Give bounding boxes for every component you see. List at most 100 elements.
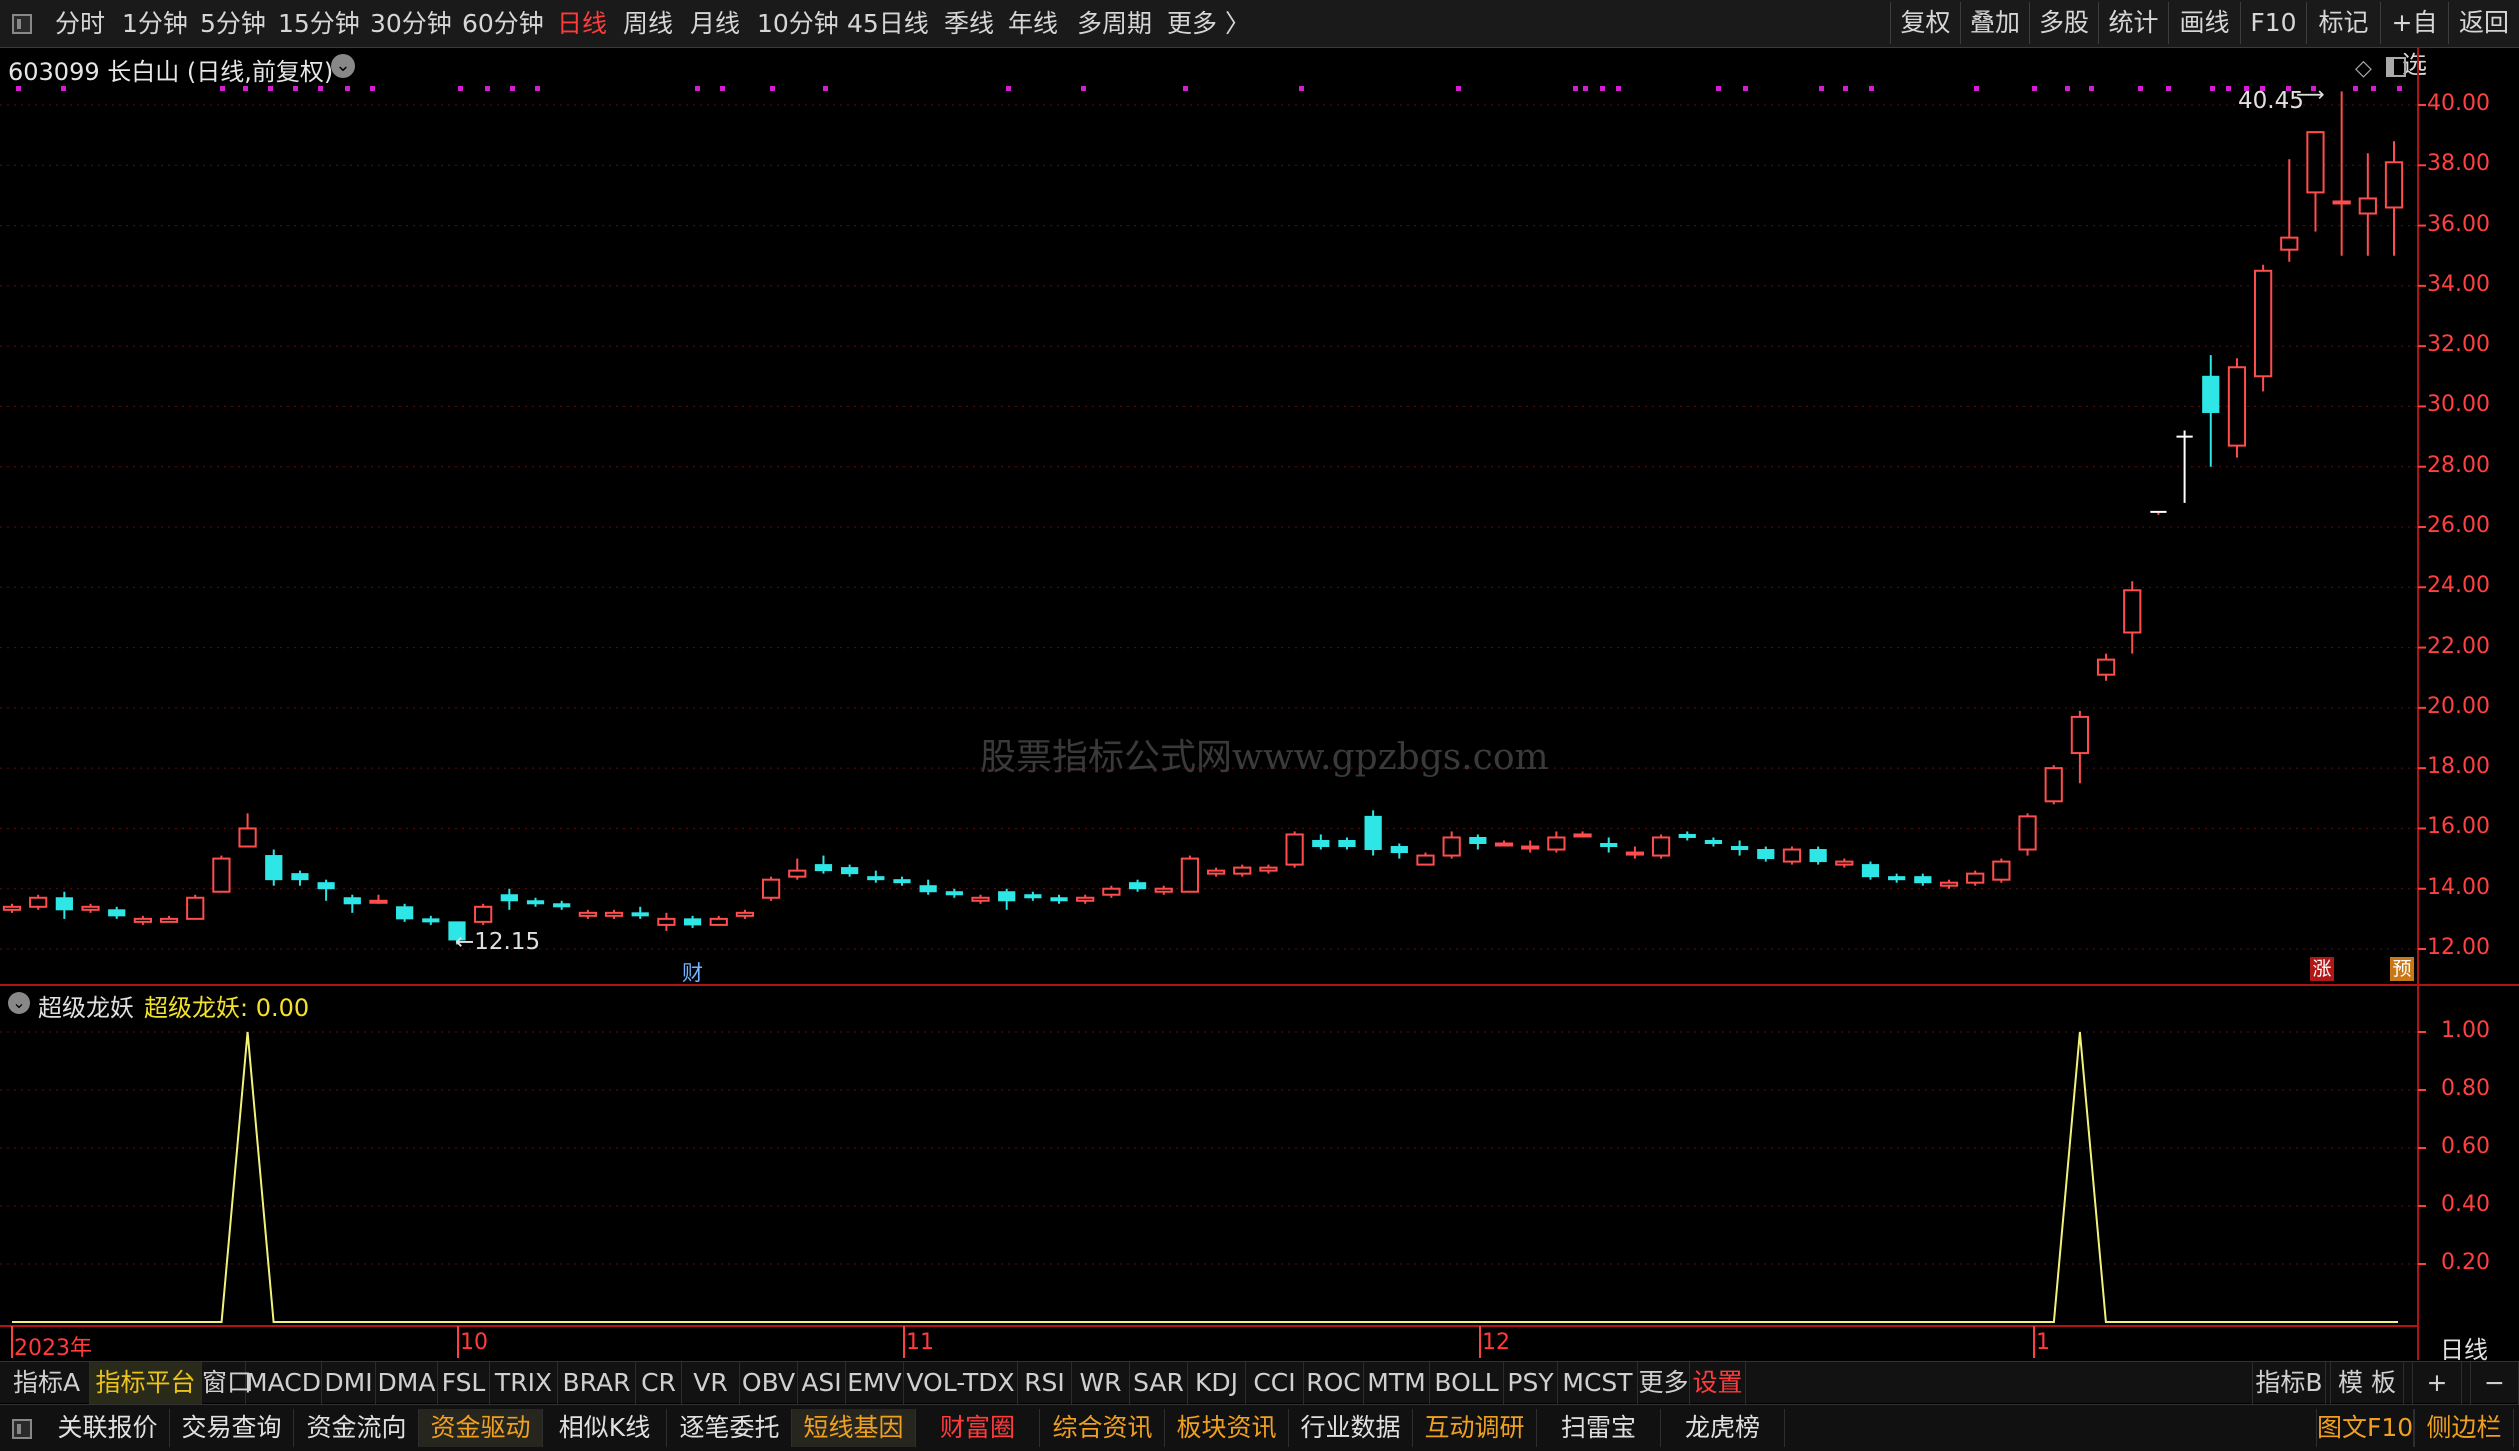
indicator-tab-13[interactable]: EMV: [846, 1362, 904, 1404]
toolbar-btn-5[interactable]: F10: [2240, 2, 2306, 44]
indicator-tab-right-0[interactable]: 指标B: [2252, 1362, 2326, 1404]
function-btn-0[interactable]: 关联报价: [46, 1409, 170, 1447]
candle: [998, 888, 1016, 910]
indicator-tab-7[interactable]: TRIX: [490, 1362, 558, 1404]
candle: [2384, 141, 2404, 256]
candle: [1678, 831, 1696, 841]
indicator-tab-5[interactable]: DMA: [376, 1362, 438, 1404]
indicator-tab-26[interactable]: 设置: [1690, 1362, 1746, 1404]
function-btn-8[interactable]: 综合资讯: [1041, 1409, 1165, 1447]
indicator-tab-6[interactable]: FSL: [438, 1362, 490, 1404]
candle: [1573, 831, 1592, 838]
candle: [735, 909, 755, 919]
function-menu-icon[interactable]: [12, 1419, 32, 1439]
indicator-tab-17[interactable]: SAR: [1130, 1362, 1188, 1404]
chevron-down-icon[interactable]: ⌄: [331, 54, 355, 78]
period-14[interactable]: 更多 〉: [1167, 6, 1250, 42]
indicator-tab-16[interactable]: WR: [1072, 1362, 1130, 1404]
indicator-tab-0[interactable]: 指标A: [4, 1362, 90, 1404]
finance-marker[interactable]: 财: [682, 957, 703, 987]
toolbar-btn-1[interactable]: 叠加: [1960, 2, 2029, 44]
function-btn-13[interactable]: 龙虎榜: [1661, 1409, 1785, 1447]
signal-dot: [1600, 86, 1605, 91]
limit-up-marker[interactable]: 涨: [2310, 957, 2334, 981]
indicator-tab-18[interactable]: KDJ: [1188, 1362, 1246, 1404]
period-0[interactable]: 分时: [55, 6, 105, 42]
candle: [265, 849, 283, 886]
forecast-marker[interactable]: 预: [2390, 957, 2414, 981]
kline-chart-area[interactable]: [0, 48, 2519, 1361]
function-btn-9[interactable]: 板块资讯: [1165, 1409, 1289, 1447]
indicator-tab-3[interactable]: MACD: [246, 1362, 322, 1404]
function-btn-3[interactable]: 资金驱动: [419, 1409, 543, 1447]
indicator-tab-19[interactable]: CCI: [1246, 1362, 1304, 1404]
function-btn-2[interactable]: 资金流向: [295, 1409, 419, 1447]
indicator-tab-right-3[interactable]: −: [2470, 1362, 2519, 1404]
indicator-tab-25[interactable]: 更多: [1638, 1362, 1690, 1404]
period-11[interactable]: 季线: [944, 6, 994, 42]
period-6[interactable]: 日线: [557, 6, 607, 42]
period-5[interactable]: 60分钟: [462, 6, 544, 42]
indicator-tab-24[interactable]: MCST: [1558, 1362, 1638, 1404]
function-btn-5[interactable]: 逐笔委托: [668, 1409, 792, 1447]
window-menu-icon[interactable]: [12, 14, 32, 34]
period-9[interactable]: 10分钟: [757, 6, 839, 42]
function-btn-12[interactable]: 扫雷宝: [1537, 1409, 1661, 1447]
period-8[interactable]: 月线: [690, 6, 740, 42]
period-12[interactable]: 年线: [1008, 6, 1058, 42]
max-arrow-icon: ⟶: [2296, 82, 2325, 106]
indicator-tab-right-2[interactable]: +: [2412, 1362, 2462, 1404]
candle: [1102, 885, 1121, 898]
indicator-tab-10[interactable]: VR: [682, 1362, 740, 1404]
indicator-tab-22[interactable]: BOLL: [1430, 1362, 1504, 1404]
function-btn-6[interactable]: 短线基因: [792, 1409, 916, 1447]
indicator-tab-8[interactable]: BRAR: [558, 1362, 636, 1404]
diamond-icon[interactable]: ◇: [2355, 56, 2372, 81]
function-btn-7[interactable]: 财富圈: [916, 1409, 1040, 1447]
indicator-tab-14[interactable]: VOL-TDX: [904, 1362, 1018, 1404]
function-right-btn-0[interactable]: 图文F10: [2316, 1409, 2414, 1447]
toolbar-btn-3[interactable]: 统计: [2098, 2, 2168, 44]
toolbar-btn-0[interactable]: 复权: [1890, 2, 1960, 44]
indicator-tab-9[interactable]: CR: [636, 1362, 682, 1404]
period-7[interactable]: 周线: [623, 6, 673, 42]
toolbar-btn-7[interactable]: +自选: [2380, 2, 2448, 79]
candle: [1285, 831, 1304, 868]
period-10[interactable]: 45日线: [847, 6, 929, 42]
price-axis-label: 22.00: [2427, 633, 2490, 659]
period-1[interactable]: 1分钟: [122, 6, 188, 42]
indicator-tab-23[interactable]: PSY: [1504, 1362, 1558, 1404]
indicator-tab-11[interactable]: OBV: [740, 1362, 798, 1404]
indicator-tab-right-1[interactable]: 模 板: [2330, 1362, 2404, 1404]
indicator-tab-4[interactable]: DMI: [322, 1362, 376, 1404]
toolbar-btn-2[interactable]: 多股: [2029, 2, 2098, 44]
function-btn-10[interactable]: 行业数据: [1289, 1409, 1413, 1447]
function-right-btn-1[interactable]: 侧边栏: [2414, 1409, 2514, 1447]
period-2[interactable]: 5分钟: [200, 6, 266, 42]
period-4[interactable]: 30分钟: [370, 6, 452, 42]
toolbar-btn-8[interactable]: 返回: [2448, 2, 2519, 44]
indicator-tab-2[interactable]: 窗口: [202, 1362, 252, 1404]
indicator-collapse-icon[interactable]: ⌄: [8, 992, 30, 1014]
signal-dot: [1974, 86, 1979, 91]
signal-dot: [695, 86, 700, 91]
indicator-tab-1[interactable]: 指标平台: [90, 1362, 202, 1404]
time-axis-label: 2023年: [14, 1336, 92, 1361]
candle: [2332, 91, 2351, 256]
indicator-tab-20[interactable]: ROC: [1304, 1362, 1364, 1404]
candle: [1442, 831, 1461, 859]
indicator-tab-21[interactable]: MTM: [1364, 1362, 1430, 1404]
indicator-tab-15[interactable]: RSI: [1018, 1362, 1072, 1404]
panel-toggle-icon[interactable]: [2386, 57, 2406, 77]
function-btn-1[interactable]: 交易查询: [170, 1409, 294, 1447]
period-3[interactable]: 15分钟: [278, 6, 360, 42]
function-btn-4[interactable]: 相似K线: [543, 1409, 667, 1447]
candle: [2202, 355, 2220, 467]
indicator-tab-12[interactable]: ASI: [798, 1362, 846, 1404]
toolbar-btn-4[interactable]: 画线: [2168, 2, 2240, 44]
function-btn-11[interactable]: 互动调研: [1413, 1409, 1537, 1447]
toolbar-btn-6[interactable]: 标记: [2306, 2, 2380, 44]
period-13[interactable]: 多周期: [1077, 6, 1152, 42]
candle: [2, 903, 22, 913]
indicator-name[interactable]: 超级龙妖: [38, 988, 134, 1023]
